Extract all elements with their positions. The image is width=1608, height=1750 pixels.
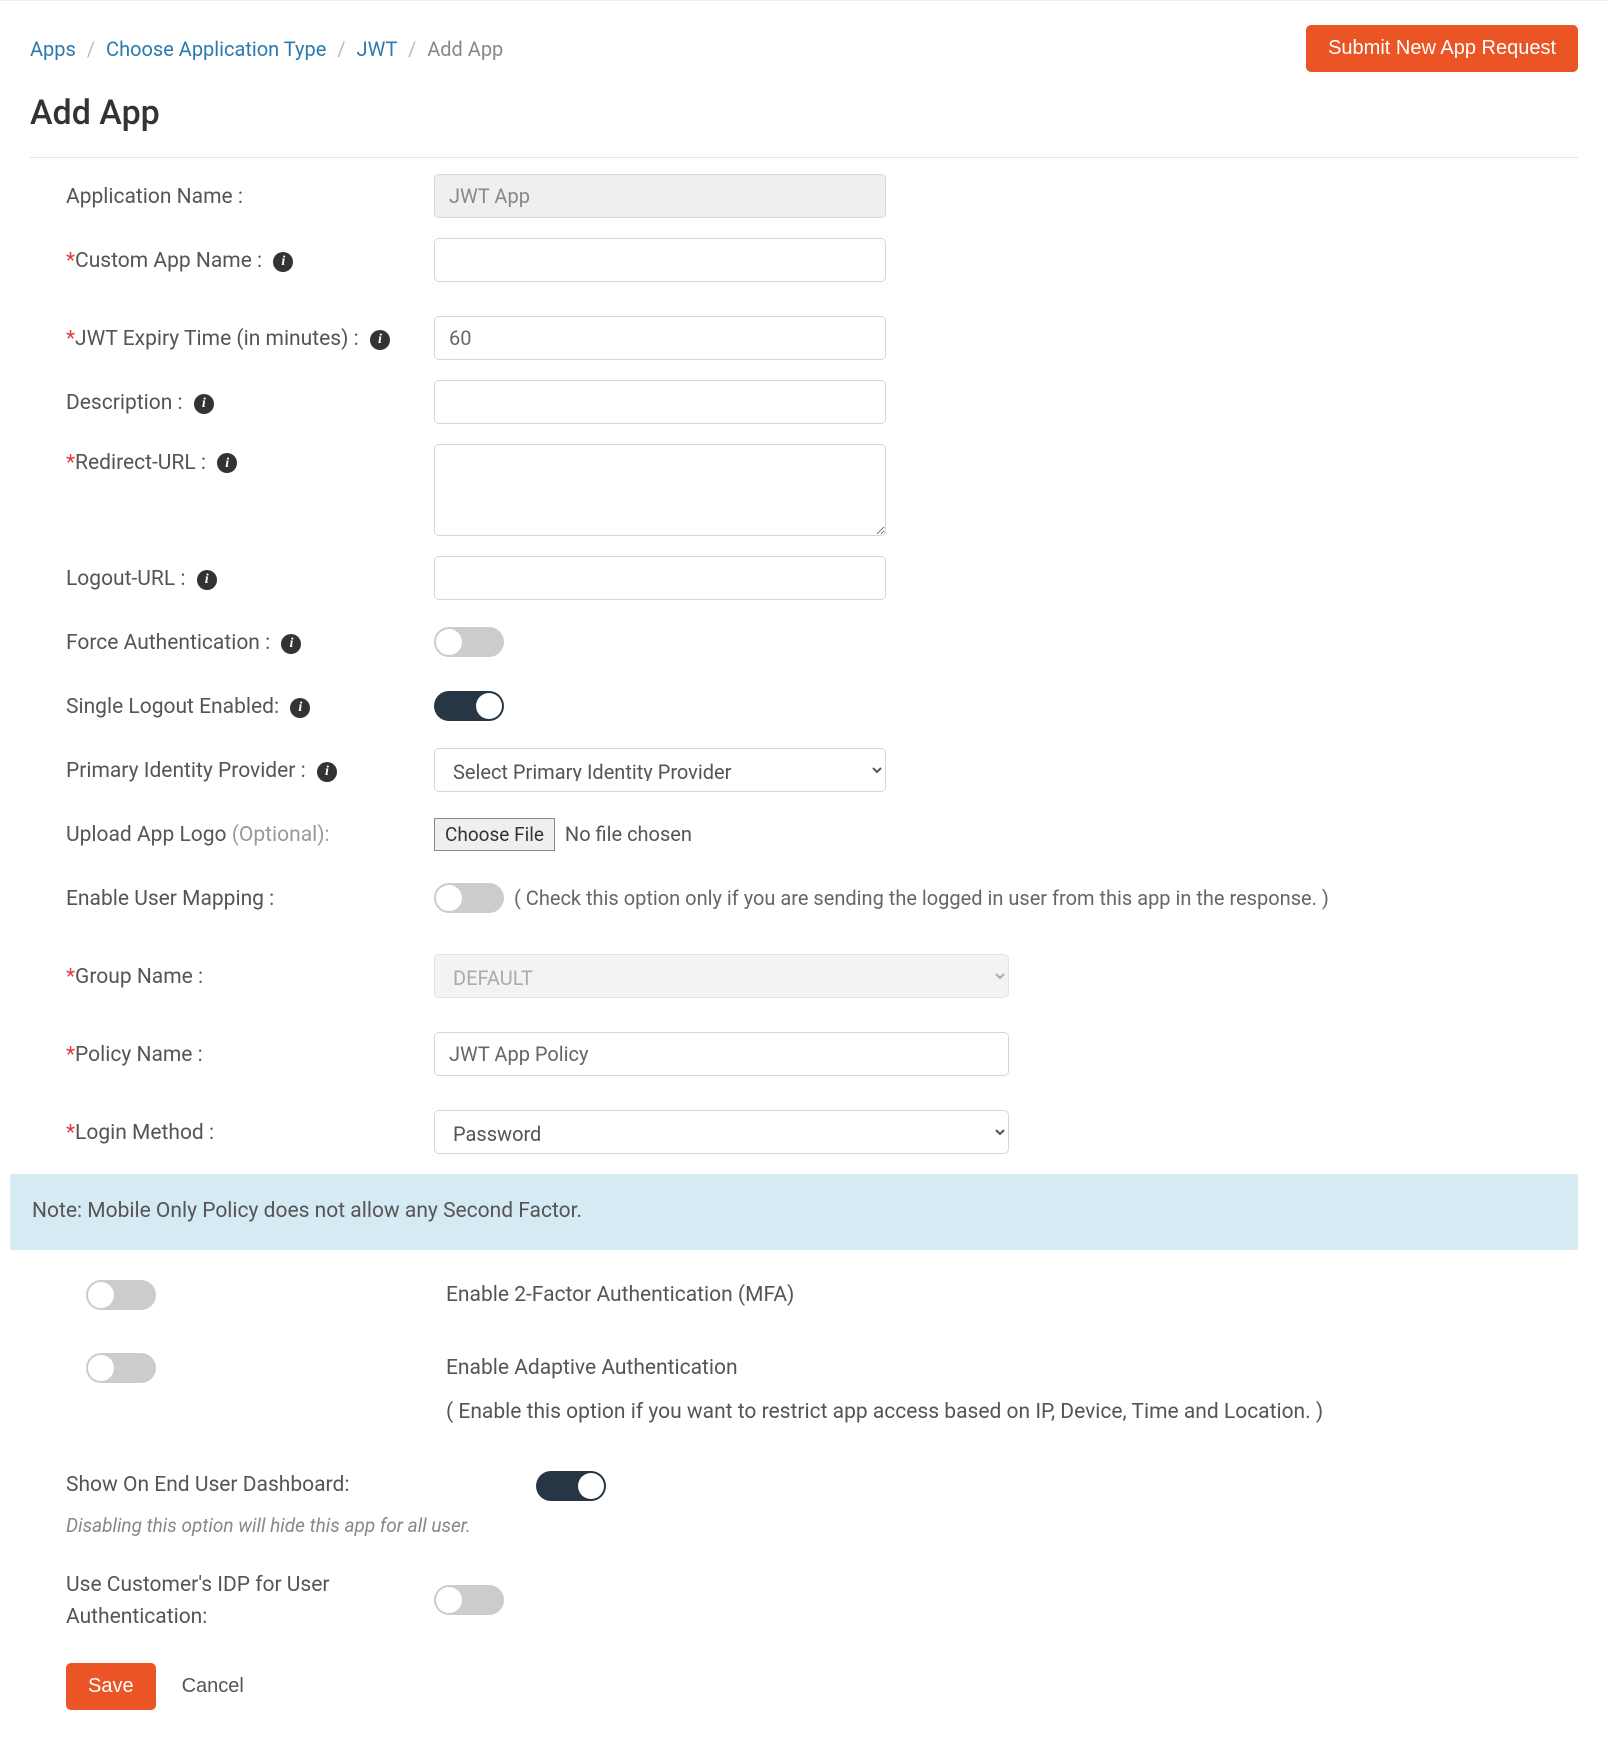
adaptive-hint: ( Enable this option if you want to rest… [446,1397,1323,1429]
submit-new-app-request-button[interactable]: Submit New App Request [1306,25,1578,72]
label-use-customer-idp: Use Customer's IDP for User Authenticati… [66,1566,434,1633]
breadcrumb: Apps / Choose Application Type / JWT / A… [30,34,503,64]
use-customer-idp-toggle[interactable] [434,1585,504,1615]
info-icon[interactable]: i [370,330,390,350]
label-single-logout: Single Logout Enabled: [66,695,279,719]
redirect-url-input[interactable] [434,444,886,536]
mfa-toggle[interactable] [86,1280,156,1310]
label-custom-app-name: Custom App Name : [75,249,262,273]
enable-user-mapping-toggle[interactable] [434,883,504,913]
show-dashboard-toggle[interactable] [536,1471,606,1501]
custom-app-name-input[interactable] [434,238,886,282]
label-policy-name: Policy Name : [75,1043,203,1067]
info-icon[interactable]: i [194,394,214,414]
label-logout-url: Logout-URL : [66,567,185,591]
info-icon[interactable]: i [317,762,337,782]
application-name-input [434,174,886,218]
save-button[interactable]: Save [66,1663,156,1710]
label-upload-logo-optional: (Optional): [232,823,330,847]
label-upload-logo: Upload App Logo [66,823,232,847]
enable-user-mapping-hint: ( Check this option only if you are send… [514,883,1329,913]
info-icon[interactable]: i [290,698,310,718]
label-mfa: Enable 2-Factor Authentication (MFA) [446,1280,794,1312]
note-box: Note: Mobile Only Policy does not allow … [10,1174,1578,1250]
info-icon[interactable]: i [273,252,293,272]
logout-url-input[interactable] [434,556,886,600]
label-login-method: Login Method : [75,1121,214,1145]
cancel-button[interactable]: Cancel [178,1667,248,1706]
breadcrumb-apps[interactable]: Apps [30,37,76,61]
page-title: Add App [30,88,1578,139]
breadcrumb-jwt[interactable]: JWT [357,37,397,61]
jwt-expiry-input[interactable] [434,316,886,360]
label-application-name: Application Name : [66,178,434,214]
breadcrumb-current: Add App [427,37,503,61]
label-adaptive: Enable Adaptive Authentication [446,1353,1323,1385]
label-group-name: Group Name : [75,965,203,989]
show-dashboard-hint: Disabling this option will hide this app… [66,1512,1578,1541]
choose-file-button[interactable]: Choose File [434,818,555,851]
breadcrumb-choose-type[interactable]: Choose Application Type [106,37,326,61]
label-redirect-url: Redirect-URL : [75,451,206,475]
group-name-select[interactable]: DEFAULT [434,954,1009,998]
login-method-select[interactable]: Password [434,1110,1009,1154]
file-status: No file chosen [565,819,692,849]
description-input[interactable] [434,380,886,424]
label-enable-user-mapping: Enable User Mapping : [66,887,274,911]
label-show-dashboard: Show On End User Dashboard: [66,1470,536,1502]
info-icon[interactable]: i [281,634,301,654]
info-icon[interactable]: i [217,453,237,473]
adaptive-auth-toggle[interactable] [86,1353,156,1383]
label-jwt-expiry: JWT Expiry Time (in minutes) : [75,327,359,351]
label-primary-idp: Primary Identity Provider : [66,759,306,783]
label-force-auth: Force Authentication : [66,631,270,655]
policy-name-input[interactable] [434,1032,1009,1076]
label-description: Description : [66,391,183,415]
single-logout-toggle[interactable] [434,691,504,721]
info-icon[interactable]: i [197,570,217,590]
force-auth-toggle[interactable] [434,627,504,657]
primary-idp-select[interactable]: Select Primary Identity Provider [434,748,886,792]
